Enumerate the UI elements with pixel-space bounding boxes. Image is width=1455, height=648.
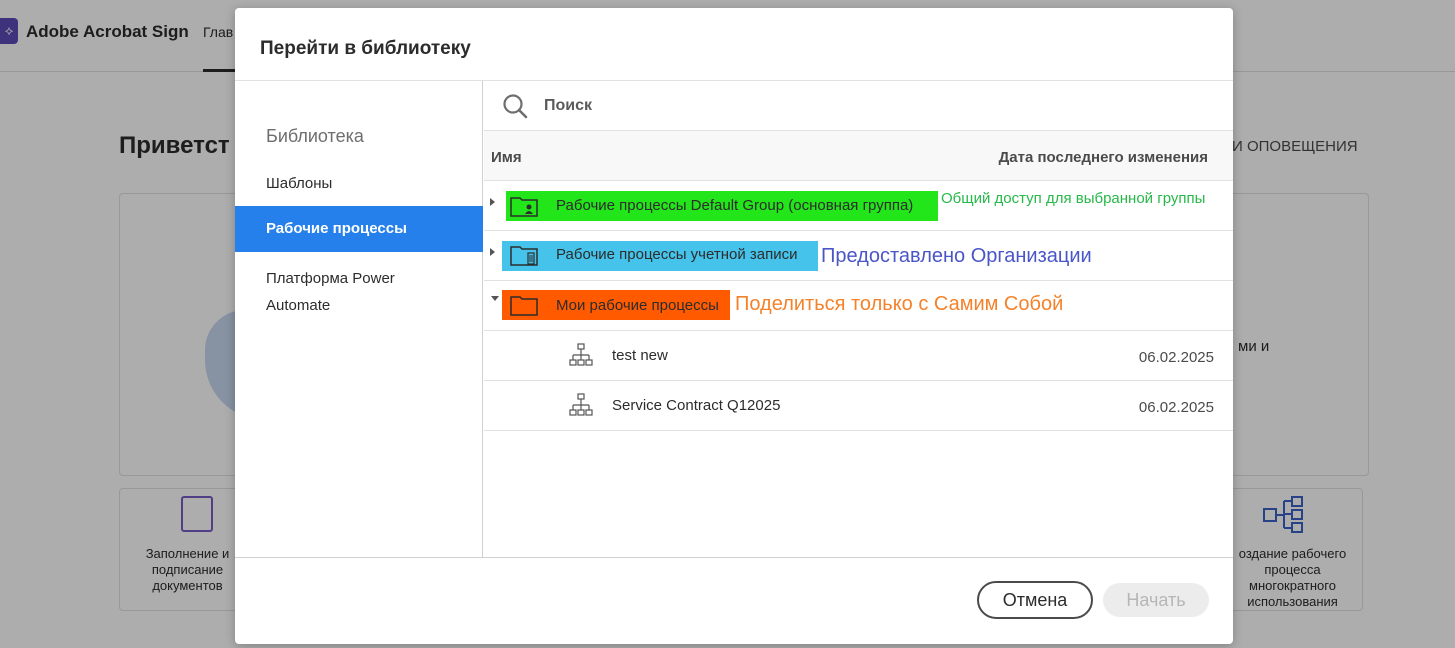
dialog-title: Перейти в библиотеку xyxy=(260,38,471,59)
sidebar-heading: Библиотека xyxy=(266,126,364,146)
chevron-right-icon[interactable] xyxy=(490,198,495,206)
folder-row-account[interactable]: Рабочие процессы учетной записи Предоста… xyxy=(484,231,1233,281)
workflow-icon xyxy=(569,343,593,366)
workflow-name: test new xyxy=(612,347,668,364)
sidebar-item-workflows[interactable]: Рабочие процессы xyxy=(235,206,483,252)
library-dialog: Перейти в библиотеку Библиотека Шаблоны … xyxy=(235,8,1233,644)
workflow-date: 06.02.2025 xyxy=(1138,399,1214,416)
sidebar-item-templates[interactable]: Шаблоны xyxy=(235,172,483,196)
sidebar-item-power-automate[interactable]: Платформа Power Automate xyxy=(235,265,435,319)
chevron-right-icon[interactable] xyxy=(490,248,495,256)
workflow-name: Service Contract Q12025 xyxy=(612,397,781,414)
workflow-date: 06.02.2025 xyxy=(1138,349,1214,366)
dialog-footer-divider xyxy=(235,557,1233,558)
column-name-header[interactable]: Имя xyxy=(491,149,522,166)
start-button[interactable]: Начать xyxy=(1103,583,1209,617)
search-bar xyxy=(484,81,1233,131)
organization-folder-icon xyxy=(510,246,538,266)
workflow-icon xyxy=(569,393,593,416)
search-input[interactable] xyxy=(544,95,1144,117)
table-header: Имя Дата последнего изменения xyxy=(484,131,1233,181)
annotation-group-sharing: Общий доступ для выбранной группы xyxy=(941,190,1206,207)
column-date-header[interactable]: Дата последнего изменения xyxy=(999,149,1208,166)
folder-row-group[interactable]: Рабочие процессы Default Group (основная… xyxy=(484,181,1233,231)
search-icon xyxy=(503,94,528,119)
folder-row-my[interactable]: Мои рабочие процессы Поделиться только с… xyxy=(484,281,1233,331)
annotation-organization: Предоставлено Организации xyxy=(821,245,1092,267)
folder-label: Рабочие процессы учетной записи xyxy=(556,246,798,263)
library-content: Имя Дата последнего изменения Рабочие пр… xyxy=(484,81,1233,557)
folder-label: Рабочие процессы Default Group (основная… xyxy=(556,197,914,214)
shared-folder-icon xyxy=(510,197,538,217)
cancel-button[interactable]: Отмена xyxy=(977,581,1093,619)
folder-icon xyxy=(510,296,538,316)
chevron-down-icon[interactable] xyxy=(491,296,499,301)
workflow-row[interactable]: test new 06.02.2025 xyxy=(484,331,1233,381)
annotation-self-only: Поделиться только с Самим Собой xyxy=(735,293,1064,315)
workflow-row[interactable]: Service Contract Q12025 06.02.2025 xyxy=(484,381,1233,431)
folder-label: Мои рабочие процессы xyxy=(556,297,719,314)
library-sidebar: Библиотека Шаблоны Рабочие процессы Плат… xyxy=(235,81,483,557)
